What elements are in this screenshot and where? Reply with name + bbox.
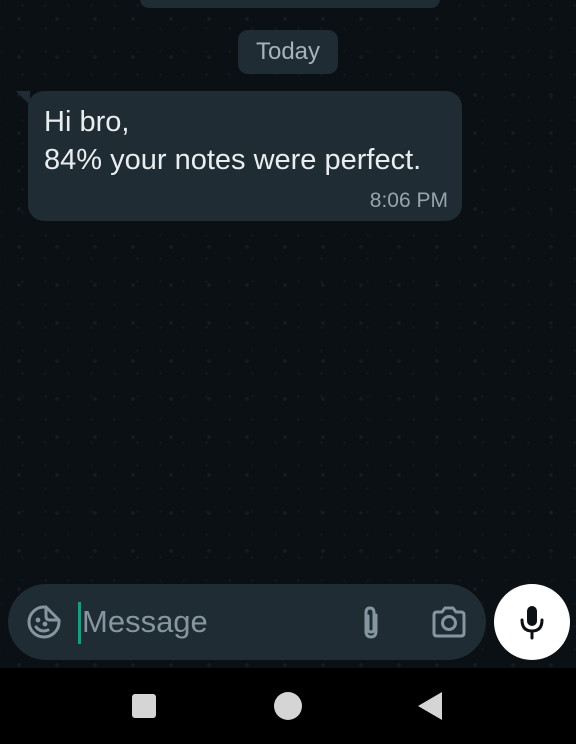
- microphone-button[interactable]: [494, 584, 570, 660]
- incoming-message-bubble[interactable]: Hi bro, 84% your notes were perfect. 8:0…: [28, 91, 462, 221]
- message-composer: [8, 584, 486, 660]
- message-input[interactable]: [82, 596, 342, 648]
- system-navigation-bar: [0, 668, 576, 744]
- chat-screen: Today Hi bro, 84% your notes were perfec…: [0, 0, 576, 744]
- recents-button[interactable]: [132, 694, 156, 718]
- home-button[interactable]: [274, 692, 302, 720]
- paperclip-icon[interactable]: [356, 604, 386, 642]
- sticker-icon[interactable]: [26, 604, 62, 640]
- text-cursor: [78, 602, 81, 644]
- back-button[interactable]: [418, 692, 442, 720]
- date-divider: Today: [238, 30, 338, 74]
- message-timestamp: 8:06 PM: [369, 189, 448, 212]
- message-text-line: 84% your notes were perfect.: [44, 144, 422, 176]
- camera-icon[interactable]: [430, 604, 468, 640]
- previous-message-bubble: [140, 0, 440, 8]
- message-text-line: Hi bro,: [44, 106, 130, 138]
- microphone-icon: [520, 606, 544, 640]
